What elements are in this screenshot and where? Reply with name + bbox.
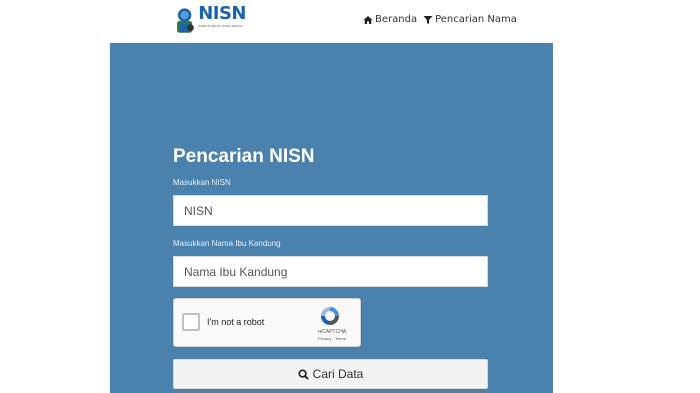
filter-icon: [423, 15, 433, 24]
search-panel: Pencarian NISN Masukkan NISN Masukkan Na…: [110, 43, 553, 393]
logo-title: NISN: [198, 3, 246, 24]
search-icon: [298, 368, 309, 380]
search-button[interactable]: Cari Data: [173, 359, 488, 389]
recaptcha-checkbox[interactable]: [182, 313, 200, 331]
recaptcha-terms-link[interactable]: Privacy - Terms: [312, 336, 352, 341]
nav-pencarian-nama[interactable]: Pencarian Nama: [423, 14, 517, 25]
recaptcha-widget: I'm not a robot reCAPTCHA Privacy - Term…: [173, 298, 361, 347]
logo-subtitle: NOMOR INDUK SISWA NASIONAL: [198, 24, 242, 28]
nav-beranda-label: Beranda: [375, 14, 418, 25]
home-icon: [363, 15, 373, 24]
nisn-label: Masukkan NISN: [173, 178, 231, 187]
nisn-input[interactable]: [173, 195, 488, 226]
student-mascot-icon: [177, 8, 194, 33]
nav-pencarian-nama-label: Pencarian Nama: [435, 14, 517, 25]
search-button-label: Cari Data: [312, 367, 364, 381]
mother-name-input[interactable]: [173, 256, 488, 287]
mother-name-label: Masukkan Nama Ibu Kandung: [173, 239, 281, 248]
recaptcha-logo-icon: [321, 307, 339, 325]
recaptcha-label: I'm not a robot: [207, 317, 265, 327]
nav-beranda[interactable]: Beranda: [363, 14, 417, 25]
top-nav: NISN NOMOR INDUK SISWA NASIONAL Beranda …: [0, 0, 700, 43]
nisn-logo[interactable]: NISN NOMOR INDUK SISWA NASIONAL: [172, 4, 246, 38]
recaptcha-brand: reCAPTCHA: [317, 329, 347, 335]
page-title: Pencarian NISN: [173, 146, 315, 167]
nav-links: Beranda Pencarian Nama: [363, 14, 517, 25]
